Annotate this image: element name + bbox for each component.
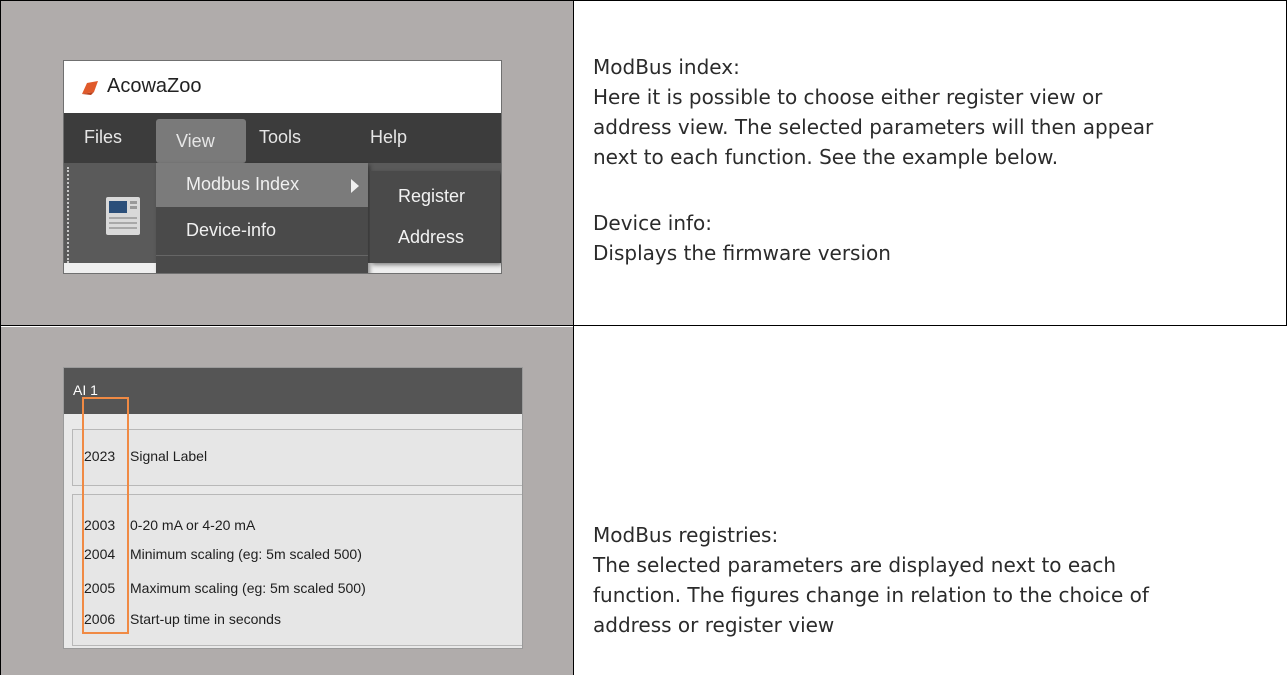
text-line: The selected parameters are displayed ne… — [593, 553, 1117, 577]
dropdown-item-modbus-index[interactable]: Modbus Index — [156, 163, 368, 207]
menu-view-label: View — [176, 131, 215, 151]
text-line: function. The figures change in relation… — [593, 583, 1149, 607]
view-dropdown-menu: Modbus Index Device-info — [156, 163, 368, 273]
text-line: address or register view — [593, 613, 835, 637]
submenu-item-register[interactable]: Register — [398, 186, 465, 207]
text-line: Here it is possible to choose either reg… — [593, 85, 1103, 109]
menu-view-highlight[interactable]: View — [156, 119, 246, 163]
menu-files[interactable]: Files — [84, 127, 122, 148]
modbus-index-submenu: Register Address — [370, 171, 500, 263]
text-line: next to each function. See the example b… — [593, 145, 1059, 169]
description-modbus-registries: ModBus registries: The selected paramete… — [593, 520, 1273, 640]
menu-help[interactable]: Help — [370, 127, 407, 148]
register-list-screenshot: AI 1 — [63, 367, 523, 649]
dropdown-separator — [156, 255, 368, 256]
app-title: AcowaZoo — [107, 75, 202, 97]
table-row-divider — [0, 325, 1287, 326]
register-label: Start-up time in seconds — [130, 611, 281, 627]
dropdown-item-device-info[interactable]: Device-info — [156, 209, 368, 253]
register-label: Minimum scaling (eg: 5m scaled 500) — [130, 546, 362, 562]
acowazoo-logo-icon — [82, 81, 98, 95]
table-border-top — [0, 0, 1287, 1]
table-column-divider — [573, 0, 574, 675]
menubar: Files Tools Help — [64, 113, 501, 163]
ai-panel-title: AI 1 — [73, 382, 98, 398]
submenu-item-address[interactable]: Address — [398, 227, 464, 248]
description-device-info: Device info: Displays the firmware versi… — [593, 208, 1273, 268]
register-label: Signal Label — [130, 448, 208, 464]
dropdown-label-device-info: Device-info — [186, 220, 277, 240]
app-titlebar: AcowaZoo — [64, 61, 501, 113]
heading-modbus-index: ModBus index: — [593, 55, 740, 79]
menu-view[interactable]: Tools — [259, 127, 301, 148]
text-line: Displays the firmware version — [593, 241, 891, 265]
table-border-left — [0, 0, 1, 675]
heading-device-info: Device info: — [593, 211, 713, 235]
toolbar-grip[interactable] — [67, 167, 72, 263]
device-icon[interactable] — [100, 191, 146, 239]
ai-panel-header[interactable]: AI 1 — [64, 368, 522, 414]
text-line: address view. The selected parameters wi… — [593, 115, 1154, 139]
register-number-highlight — [82, 397, 129, 634]
register-label: Maximum scaling (eg: 5m scaled 500) — [130, 580, 366, 596]
submenu-arrow-icon — [351, 179, 359, 193]
heading-modbus-registries: ModBus registries: — [593, 523, 779, 547]
register-label: 0-20 mA or 4-20 mA — [130, 517, 256, 533]
app-menu-screenshot: AcowaZoo Files Tools Help View Modbus In… — [63, 60, 502, 274]
dropdown-label-modbus-index: Modbus Index — [186, 174, 300, 194]
description-modbus-index: ModBus index: Here it is possible to cho… — [593, 52, 1273, 172]
